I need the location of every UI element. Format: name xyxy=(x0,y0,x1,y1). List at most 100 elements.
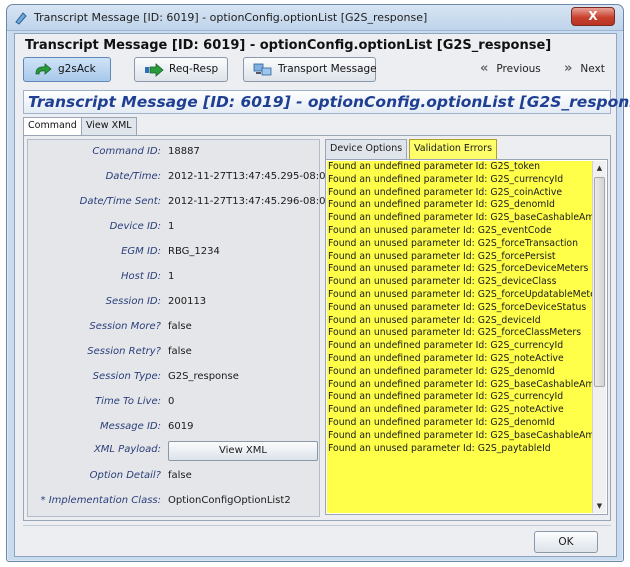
field-label: Device ID: xyxy=(109,221,161,232)
field-device-id: Device ID: 1 xyxy=(28,218,319,238)
list-item: Found an undefined parameter Id: G2S_cur… xyxy=(328,340,564,352)
list-item: Found an undefined parameter Id: G2S_tok… xyxy=(328,161,541,172)
banner-title: Transcript Message [ID: 6019] - optionCo… xyxy=(28,93,630,111)
app-icon xyxy=(15,12,27,25)
title-bar[interactable]: Transcript Message [ID: 6019] - optionCo… xyxy=(7,5,623,31)
double-chevron-right-icon: » xyxy=(564,61,573,76)
list-item: Found an undefined parameter Id: G2S_bas… xyxy=(328,212,592,224)
options-panel: Device Options Validation Errors Found a… xyxy=(325,139,608,517)
req-resp-button[interactable]: Req-Resp xyxy=(134,57,228,82)
previous-label: Previous xyxy=(496,63,541,75)
message-banner: Transcript Message [ID: 6019] - optionCo… xyxy=(23,90,630,114)
field-command-id: Command ID: 18887 xyxy=(28,143,319,163)
field-value: false xyxy=(168,346,192,357)
close-button[interactable]: X xyxy=(571,7,615,26)
list-item: Found an unused parameter Id: G2S_forceU… xyxy=(328,288,592,300)
field-label: XML Payload: xyxy=(93,444,161,455)
field-option-detail: Option Detail? false xyxy=(28,467,319,487)
list-item: Found an undefined parameter Id: G2S_not… xyxy=(328,352,564,364)
field-label: Date/Time: xyxy=(105,171,161,182)
list-item: Found an unused parameter Id: G2S_paytab… xyxy=(328,442,551,454)
field-label: Message ID: xyxy=(99,421,161,432)
command-panel: Command ID: 18887 Date/Time: 2012-11-27T13… xyxy=(23,135,611,521)
footer-divider xyxy=(23,525,611,526)
transport-message-button[interactable]: Transport Message xyxy=(243,57,377,82)
field-implementation-class: * Implementation Class: OptionConfigOptio… xyxy=(28,492,319,512)
field-message-id: Message ID: 6019 xyxy=(28,418,319,438)
field-label: Session ID: xyxy=(105,296,161,307)
vertical-scrollbar[interactable]: ▲ ▼ xyxy=(592,161,606,513)
field-label: Option Detail? xyxy=(89,470,161,481)
field-date-time-sent: Date/Time Sent: 2012-11-27T13:47:45.296-0… xyxy=(28,193,332,213)
field-value: 6019 xyxy=(168,421,194,432)
list-item: Found an unused parameter Id: G2S_forceT… xyxy=(328,237,579,249)
next-label: Next xyxy=(580,63,605,75)
scroll-up-icon[interactable]: ▲ xyxy=(593,161,606,175)
field-value: 0 xyxy=(168,396,175,407)
list-item: Found an unused parameter Id: G2S_forceD… xyxy=(328,301,587,313)
right-arrow-icon xyxy=(145,63,164,77)
dialog-window: Transcript Message [ID: 6019] - optionCo… xyxy=(6,4,630,562)
field-value: 200113 xyxy=(168,296,207,307)
scroll-down-icon[interactable]: ▼ xyxy=(593,499,606,513)
field-value: false xyxy=(168,470,192,481)
client-area: Transcript Message [ID: 6019] - optionCo… xyxy=(14,33,630,557)
close-icon: X xyxy=(588,9,598,23)
list-item: Found an undefined parameter Id: G2S_not… xyxy=(328,404,564,416)
ok-button[interactable]: OK xyxy=(534,531,598,553)
field-time-to-live: Time To Live: 0 xyxy=(28,393,319,413)
transport-message-label: Transport Message xyxy=(278,63,377,75)
req-resp-label: Req-Resp xyxy=(169,63,219,75)
list-item: Found an unused parameter Id: G2S_device… xyxy=(328,276,557,288)
list-item: Found an undefined parameter Id: G2S_bas… xyxy=(328,378,592,390)
field-value: 18887 xyxy=(168,146,200,157)
computers-icon xyxy=(253,63,272,76)
field-label: Session More? xyxy=(89,321,161,332)
field-value: 1 xyxy=(168,271,175,282)
validation-errors-list[interactable]: Found an undefined parameter Id: G2S_tok… xyxy=(327,161,592,513)
field-xml-payload: XML Payload: View XML xyxy=(28,441,319,461)
field-label: EGM ID: xyxy=(121,246,161,257)
field-value: G2S_response xyxy=(168,371,239,382)
validation-errors-box: Found an undefined parameter Id: G2S_tok… xyxy=(325,159,608,515)
list-item: Found an undefined parameter Id: G2S_cur… xyxy=(328,173,564,185)
list-item: Found an undefined parameter Id: G2S_coi… xyxy=(328,186,563,198)
return-arrow-icon xyxy=(35,63,52,75)
list-item: Found an undefined parameter Id: G2S_den… xyxy=(328,365,555,377)
double-chevron-left-icon: « xyxy=(480,61,489,76)
list-item: Found an unused parameter Id: G2S_forceP… xyxy=(328,250,556,262)
field-host-id: Host ID: 1 xyxy=(28,268,319,288)
toolbar: g2sAck Req-Resp Transport Message « Previ… xyxy=(23,57,611,87)
field-label: Host ID: xyxy=(121,271,161,282)
field-label: Session Type: xyxy=(92,371,161,382)
g2sack-button[interactable]: g2sAck xyxy=(23,57,111,82)
list-item: Found an undefined parameter Id: G2S_bas… xyxy=(328,429,592,441)
field-label: Time To Live: xyxy=(95,396,161,407)
field-session-id: Session ID: 200113 xyxy=(28,293,319,313)
list-item: Found an undefined parameter Id: G2S_den… xyxy=(328,416,555,428)
field-label: Command ID: xyxy=(92,146,161,157)
tab-view-xml[interactable]: View XML xyxy=(81,117,137,135)
field-egm-id: EGM ID: RBG_1234 xyxy=(28,243,319,263)
header-title: Transcript Message [ID: 6019] - optionCo… xyxy=(25,38,552,53)
next-link[interactable]: » Next xyxy=(564,61,605,76)
field-label: * Implementation Class: xyxy=(40,495,161,506)
list-item: Found an undefined parameter Id: G2S_cur… xyxy=(328,391,564,403)
scrollbar-thumb[interactable] xyxy=(594,177,605,387)
field-date-time: Date/Time: 2012-11-27T13:47:45.295-08:00 xyxy=(28,168,332,188)
tab-validation-errors[interactable]: Validation Errors xyxy=(409,139,498,159)
list-item: Found an unused parameter Id: G2S_eventC… xyxy=(328,224,552,236)
field-session-retry: Session Retry? false xyxy=(28,343,319,363)
tab-device-options[interactable]: Device Options xyxy=(325,139,408,159)
window-title: Transcript Message [ID: 6019] - optionCo… xyxy=(34,11,428,24)
view-xml-button[interactable]: View XML xyxy=(168,441,318,461)
list-item: Found an undefined parameter Id: G2S_den… xyxy=(328,199,555,211)
field-label: Session Retry? xyxy=(87,346,161,357)
list-item: Found an unused parameter Id: G2S_device… xyxy=(328,314,541,326)
list-item: Found an unused parameter Id: G2S_forceC… xyxy=(328,327,582,339)
field-label: Date/Time Sent: xyxy=(79,196,161,207)
field-value: 2012-11-27T13:47:45.296-08:00 xyxy=(168,196,332,207)
previous-link[interactable]: « Previous xyxy=(480,61,541,76)
tab-command[interactable]: Command xyxy=(23,117,82,136)
details-panel: Command ID: 18887 Date/Time: 2012-11-27T13… xyxy=(27,139,332,517)
